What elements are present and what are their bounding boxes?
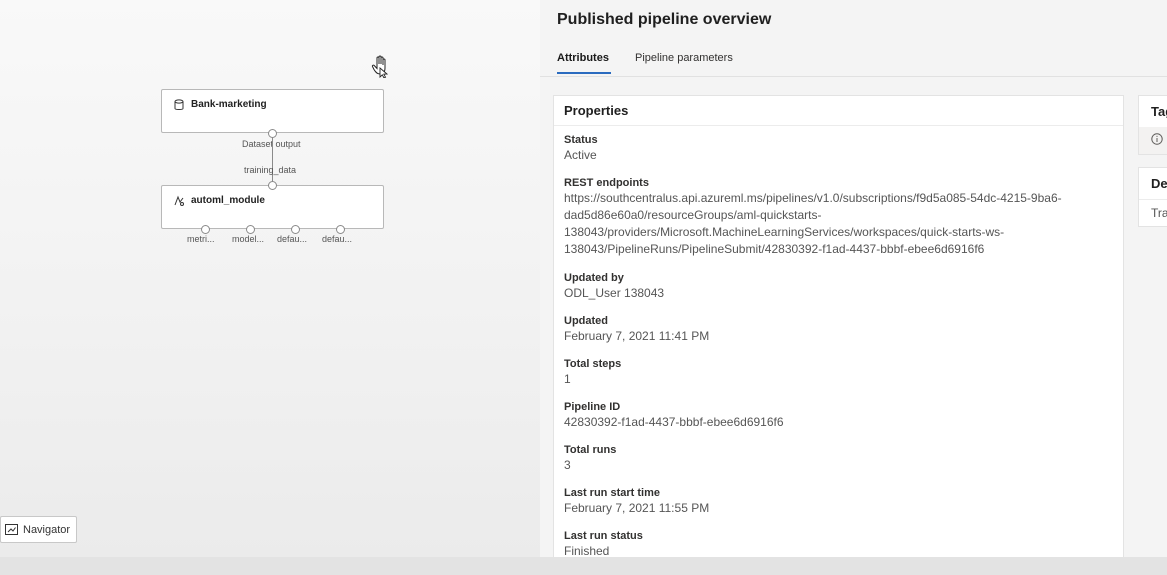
description-divider — [1139, 199, 1167, 200]
tab-pipeline-parameters[interactable]: Pipeline parameters — [635, 52, 733, 64]
last-run-status-value: Finished — [564, 544, 610, 557]
info-icon — [1151, 133, 1163, 145]
navigator-label: Navigator — [23, 523, 71, 536]
last-run-status-label: Last run status — [564, 530, 643, 542]
automl-icon — [174, 195, 184, 206]
updated-label: Updated — [564, 315, 608, 327]
rest-endpoint-line[interactable]: 138043/PipelineRuns/PipelineSubmit/42830… — [564, 241, 1119, 258]
bottom-strip — [0, 557, 1167, 575]
pipeline-overview-panel: Published pipeline overview Attributes P… — [540, 0, 1167, 557]
output-port[interactable] — [291, 225, 300, 234]
input-port[interactable] — [268, 181, 277, 190]
pipeline-id-label: Pipeline ID — [564, 401, 621, 413]
total-steps-label: Total steps — [564, 358, 622, 370]
rest-endpoints-label: REST endpoints — [564, 177, 649, 189]
connector-line — [272, 137, 273, 184]
last-run-start-label: Last run start time — [564, 487, 660, 499]
tags-card: Tag — [1138, 95, 1167, 155]
training-data-label: training_data — [244, 165, 297, 175]
status-value: Active — [564, 148, 597, 162]
properties-card: Properties Status Active REST endpoints … — [553, 95, 1124, 557]
port-label: defau... — [277, 234, 308, 244]
node-label: Bank-marketing — [191, 99, 267, 110]
properties-header: Properties — [554, 96, 1123, 126]
navigator-button[interactable]: Navigator — [0, 516, 77, 543]
last-run-status-property: Last run status Finished — [564, 529, 1119, 557]
pipeline-canvas[interactable]: Bank-marketing Dataset output training_d… — [0, 0, 540, 557]
node-label: automl_module — [191, 195, 265, 206]
updated-by-label: Updated by — [564, 272, 624, 284]
tab-label: Attributes — [557, 52, 609, 64]
navigator-icon — [5, 524, 18, 535]
updated-by-value: ODL_User 138043 — [564, 286, 665, 300]
pipeline-id-value: 42830392-f1ad-4437-bbbf-ebee6d6916f6 — [564, 415, 784, 429]
dataset-node-bank-marketing[interactable]: Bank-marketing — [161, 89, 384, 138]
rest-endpoint-line[interactable]: https://southcentralus.api.azureml.ms/pi… — [564, 190, 1119, 207]
last-run-start-value: February 7, 2021 11:55 PM — [564, 501, 710, 515]
updated-by-property: Updated by ODL_User 138043 — [564, 271, 1119, 302]
description-title: De — [1151, 176, 1167, 191]
output-port[interactable] — [201, 225, 210, 234]
rest-endpoint-line[interactable]: 138043/providers/Microsoft.MachineLearni… — [564, 224, 1119, 241]
total-runs-property: Total runs 3 — [564, 443, 1119, 474]
rest-endpoint-line[interactable]: dad5d86e60a0/resourceGroups/aml-quicksta… — [564, 207, 1119, 224]
port-label: defau... — [322, 234, 353, 244]
tab-attributes[interactable]: Attributes — [557, 52, 611, 74]
total-runs-label: Total runs — [564, 444, 617, 456]
port-label: model... — [232, 234, 265, 244]
page-title: Published pipeline overview — [557, 11, 772, 28]
output-port[interactable] — [336, 225, 345, 234]
rest-endpoints-property: REST endpoints https://southcentralus.ap… — [564, 176, 1119, 258]
selected-tab-indicator — [557, 72, 611, 74]
tab-label: Pipeline parameters — [635, 52, 733, 64]
status-property: Status Active — [564, 133, 1119, 164]
total-steps-property: Total steps 1 — [564, 357, 1119, 388]
updated-value: February 7, 2021 11:41 PM — [564, 329, 710, 343]
hand-cursor-icon — [371, 55, 389, 78]
port-label: metri... — [187, 234, 215, 244]
last-run-start-property: Last run start time February 7, 2021 11:… — [564, 486, 1119, 517]
updated-property: Updated February 7, 2021 11:41 PM — [564, 314, 1119, 345]
description-text: Tra — [1151, 206, 1167, 220]
module-node-automl[interactable]: automl_module — [161, 181, 384, 234]
output-port[interactable] — [246, 225, 255, 234]
tags-title: Tag — [1151, 104, 1167, 119]
tabs-divider — [540, 76, 1167, 77]
database-icon — [174, 99, 184, 110]
description-card: De Tra — [1138, 167, 1167, 227]
total-runs-value: 3 — [564, 458, 571, 472]
pipeline-id-property: Pipeline ID 42830392-f1ad-4437-bbbf-ebee… — [564, 400, 1119, 431]
total-steps-value: 1 — [564, 372, 571, 386]
tags-info-bar — [1139, 127, 1167, 154]
status-label: Status — [564, 134, 598, 146]
